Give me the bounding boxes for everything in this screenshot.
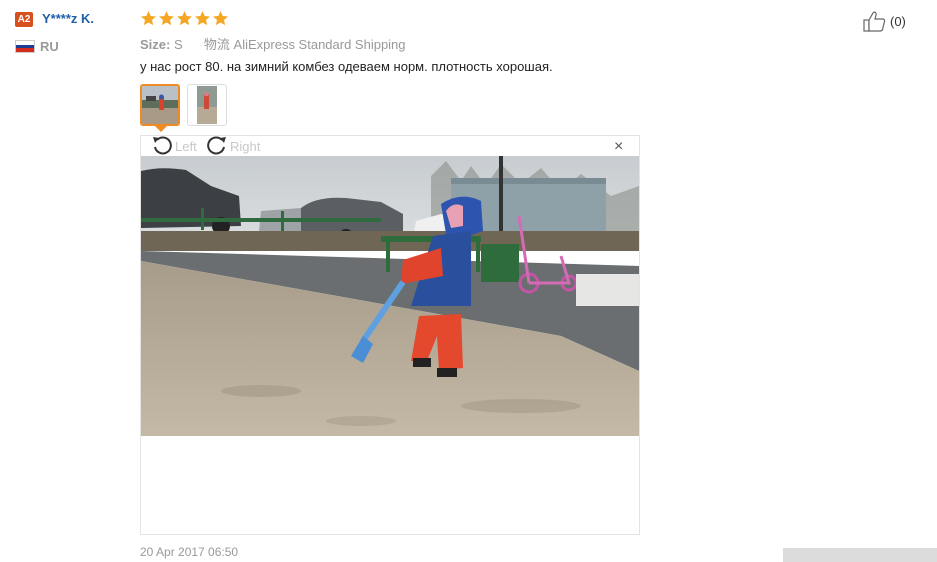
shipping-value: AliExpress Standard Shipping	[233, 37, 406, 52]
review-image-thumb-1[interactable]	[140, 84, 180, 126]
star-icon	[140, 10, 157, 27]
rotate-left-icon	[151, 135, 175, 158]
star-icon	[212, 10, 229, 27]
shipping-label: 物流	[203, 37, 230, 52]
user-level-badge: A2	[15, 12, 33, 27]
review-date: 20 Apr 2017 06:50	[140, 545, 239, 559]
order-info: Size: S 物流 AliExpress Standard Shipping	[140, 34, 406, 53]
rotate-left-label: Left	[175, 138, 197, 154]
review-text: у нас рост 80. на зимний комбез одеваем …	[140, 59, 553, 74]
rotate-left-button[interactable]: Left	[151, 135, 197, 158]
helpful-count: (0)	[890, 14, 906, 29]
size-value: S	[173, 37, 183, 52]
size-label: Size:	[140, 37, 171, 52]
reviewer-country: RU	[40, 39, 59, 54]
rating-stars	[140, 10, 229, 27]
active-thumb-pointer	[155, 126, 167, 132]
close-icon[interactable]: ×	[614, 139, 623, 155]
thumbs-up-icon[interactable]	[863, 11, 887, 32]
rotate-right-label: Right	[230, 138, 261, 154]
star-icon	[158, 10, 175, 27]
rotate-right-button[interactable]: Right	[206, 135, 261, 158]
review-photo	[141, 156, 639, 436]
star-icon	[194, 10, 211, 27]
rotate-right-icon	[206, 135, 230, 158]
star-icon	[176, 10, 193, 27]
russia-flag-icon	[15, 40, 35, 53]
review-image-thumb-2[interactable]	[187, 84, 227, 126]
bottom-bar	[783, 548, 937, 562]
reviewer-name[interactable]: Y****z K.	[42, 11, 94, 26]
